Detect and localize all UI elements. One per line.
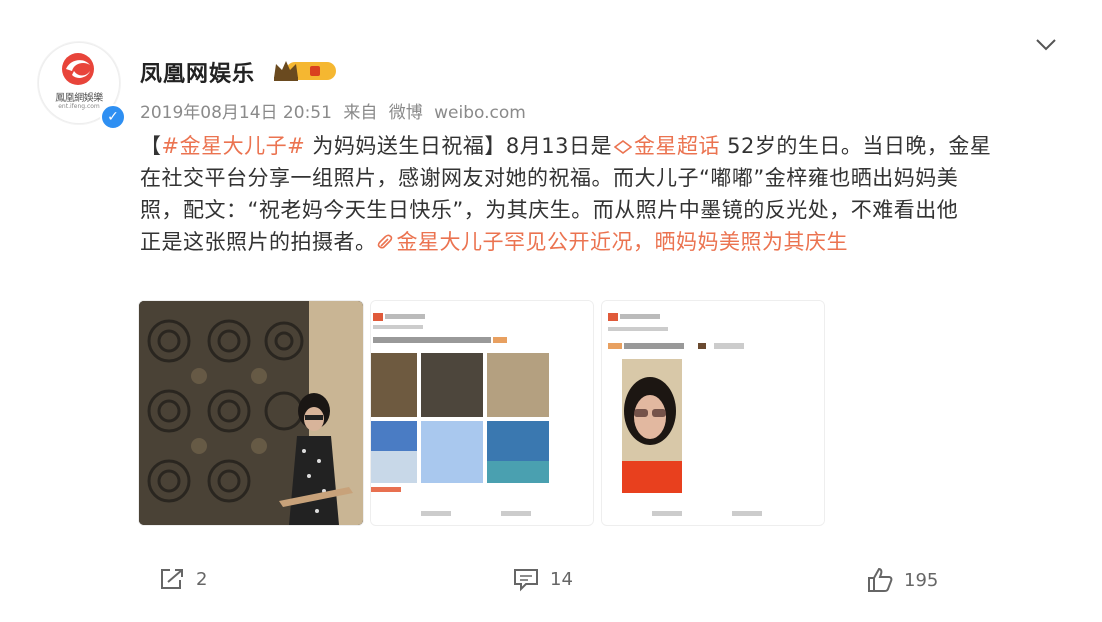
chevron-down-icon[interactable] — [1034, 36, 1058, 54]
post-text-line-2: 在社交平台分享一组照片，感谢网友对她的祝福。而大儿子“嘟嘟”金梓雍也晒出妈妈美 — [140, 166, 959, 190]
post-text-line-1: 【#金星大儿子# 为妈妈送生日祝福】8月13日是 金星超话 52岁的生日。当日晚，… — [140, 134, 992, 158]
grid-screenshot-image — [371, 301, 593, 525]
comment-icon — [514, 569, 538, 592]
post-text: 【#金星大儿子# 为妈妈送生日祝福】8月13日是 金星超话 52岁的生日。当日晚，… — [140, 130, 1060, 258]
share-icon — [161, 569, 183, 589]
post-source-domain: weibo.com — [434, 103, 526, 123]
crown-icon — [274, 61, 336, 81]
post-text-line-3: 照，配文：“祝老妈今天生日快乐”，为其庆生。而从照片中墨镜的反光处，不难看出他 — [140, 198, 959, 222]
post-timestamp[interactable]: 2019年08月14日 20:51 — [140, 103, 332, 123]
post-text-line-4: 正是这张照片的拍摄者。 金星大儿子罕见公开近况，晒妈妈美照为其庆生 — [140, 230, 849, 254]
like-button[interactable]: 195 — [866, 566, 938, 596]
repost-button[interactable]: 2 — [158, 566, 207, 596]
avatar-logo-text: 鳳凰網娛樂 — [55, 93, 103, 104]
post-source-name[interactable]: 微博 — [389, 103, 423, 123]
post-source-prefix: 来自 — [343, 103, 378, 123]
hashtag-link[interactable]: #金星大儿子# — [162, 134, 306, 158]
post-image-2[interactable] — [370, 300, 594, 526]
article-link[interactable]: 金星大儿子罕见公开近况，晒妈妈美照为其庆生 — [377, 230, 849, 254]
repost-count: 2 — [196, 568, 208, 590]
post-image-1[interactable] — [138, 300, 364, 526]
like-count: 195 — [904, 569, 939, 591]
weibo-post-card: 鳳凰網娛樂 ent.ifeng.com ✓ 凤凰网娱乐 2019年08月14日 … — [0, 0, 1102, 622]
diamond-icon — [613, 140, 633, 154]
post-image-3[interactable] — [601, 300, 825, 526]
topic-link[interactable]: 金星超话 — [612, 134, 720, 158]
door-photo-image — [139, 301, 363, 525]
portrait-screenshot-image — [602, 301, 824, 525]
link-icon — [377, 234, 392, 249]
comment-count: 14 — [550, 568, 573, 590]
account-name[interactable]: 凤凰网娱乐 — [140, 56, 255, 88]
comment-button[interactable]: 14 — [512, 566, 573, 596]
verified-badge-icon: ✓ — [100, 104, 126, 130]
post-meta: 2019年08月14日 20:51 来自 微博 weibo.com — [140, 98, 532, 123]
phoenix-logo-icon — [62, 53, 94, 85]
thumbs-up-icon — [868, 567, 893, 592]
